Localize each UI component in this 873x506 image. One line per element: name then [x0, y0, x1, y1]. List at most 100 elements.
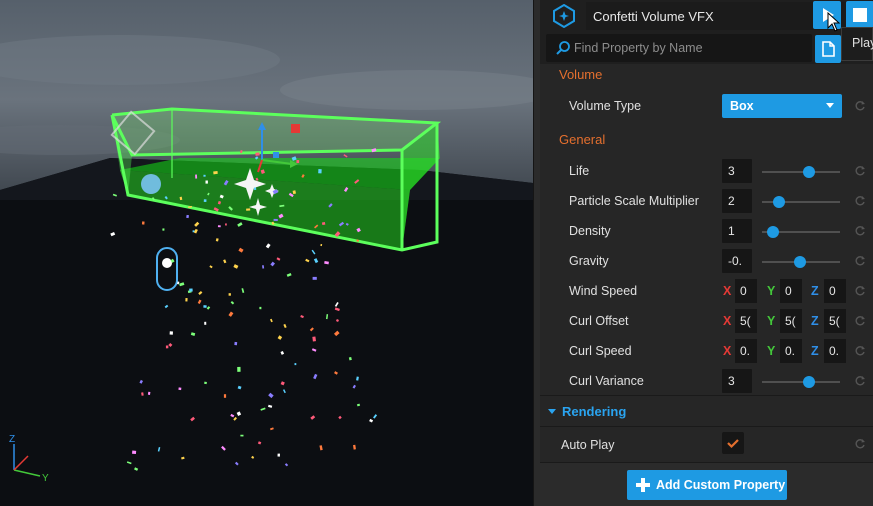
chevron-down-icon[interactable]	[548, 409, 556, 414]
confetti-particle	[255, 152, 260, 156]
gravity-slider-knob[interactable]	[794, 256, 807, 268]
curl-variance-slider-knob[interactable]	[802, 376, 815, 388]
particle-scale-field[interactable]: 2	[722, 189, 752, 213]
confetti-particle	[141, 221, 145, 225]
stop-icon	[853, 8, 867, 22]
volume-type-dropdown[interactable]: Box	[722, 94, 842, 118]
confetti-particle	[277, 453, 280, 457]
section-general: General	[559, 132, 606, 147]
reset-arrow-icon[interactable]	[854, 225, 866, 237]
confetti-particle	[169, 331, 174, 335]
volume-type-value: Box	[730, 99, 754, 113]
particle-scale-slider[interactable]	[762, 196, 840, 208]
axis-z-label: Z	[9, 434, 15, 445]
reset-arrow-icon[interactable]	[854, 100, 866, 112]
life-field[interactable]: 3	[722, 159, 752, 183]
confetti-particle	[237, 366, 241, 372]
z-label: Z	[811, 344, 819, 358]
panel-splitter[interactable]	[533, 0, 540, 506]
curl-offset-label: Curl Offset	[569, 314, 629, 328]
search-placeholder: Find Property by Name	[574, 41, 703, 55]
density-field[interactable]: 1	[722, 219, 752, 243]
add-custom-property-label: Add Custom Property	[656, 478, 786, 492]
section-volume: Volume	[559, 67, 603, 82]
reset-arrow-icon[interactable]	[854, 345, 866, 357]
reset-arrow-icon[interactable]	[854, 195, 866, 207]
y-label: Y	[767, 314, 776, 328]
confetti-particle	[240, 434, 244, 437]
curl-speed-z-field[interactable]: 0.	[824, 339, 846, 363]
reset-arrow-icon[interactable]	[854, 315, 866, 327]
auto-play-checkbox[interactable]	[722, 432, 744, 454]
curl-variance-slider[interactable]	[762, 376, 840, 388]
wind-speed-z-field[interactable]: 0	[824, 279, 846, 303]
confetti-particle	[147, 391, 151, 395]
confetti-particle	[321, 222, 326, 226]
add-custom-property-button[interactable]: Add Custom Property	[627, 470, 787, 500]
gravity-field[interactable]: -0.	[722, 249, 752, 273]
density-slider-knob[interactable]	[766, 226, 779, 238]
panel-header: Confetti Volume VFX Find Property by Nam…	[540, 0, 873, 64]
curl-speed-x-field[interactable]: 0.	[735, 339, 757, 363]
confetti-particle	[318, 169, 322, 174]
particle-scale-label: Particle Scale Multiplier	[569, 194, 699, 208]
confetti-particle	[203, 199, 207, 203]
reset-arrow-icon[interactable]	[854, 438, 866, 450]
x-label: X	[723, 314, 732, 328]
curl-variance-label: Curl Variance	[569, 374, 644, 388]
curl-offset-y-field[interactable]: 5(	[780, 309, 802, 333]
stop-button[interactable]	[846, 1, 873, 29]
confetti-particle	[246, 208, 251, 211]
confetti-particle	[203, 305, 207, 308]
scene-canvas[interactable]: Z Y	[0, 0, 533, 506]
confetti-particle	[312, 336, 316, 342]
density-slider[interactable]	[762, 226, 840, 238]
confetti-particle	[312, 276, 317, 280]
section-rendering[interactable]: Rendering	[562, 404, 626, 419]
curl-offset-x-field[interactable]: 5(	[735, 309, 757, 333]
play-tooltip: Play	[841, 27, 873, 61]
search-icon	[556, 41, 570, 55]
x-label: X	[723, 284, 732, 298]
properties-panel: Confetti Volume VFX Find Property by Nam…	[540, 0, 873, 506]
curl-variance-field[interactable]: 3	[722, 369, 752, 393]
plus-icon	[636, 478, 650, 492]
object-name-field[interactable]: Confetti Volume VFX	[586, 2, 850, 30]
life-slider-knob[interactable]	[802, 166, 815, 178]
property-search[interactable]: Find Property by Name	[546, 34, 812, 62]
properties-list[interactable]: Volume Volume Type Box General Life 3 Pa…	[540, 64, 873, 462]
density-label: Density	[569, 224, 611, 238]
reset-arrow-icon[interactable]	[854, 165, 866, 177]
reset-arrow-icon[interactable]	[854, 285, 866, 297]
reset-arrow-icon[interactable]	[854, 255, 866, 267]
particle-scale-slider-knob[interactable]	[773, 196, 786, 208]
confetti-particle	[213, 171, 218, 175]
confetti-particle	[185, 297, 188, 302]
volume-type-label: Volume Type	[569, 99, 642, 113]
confetti-particle	[204, 381, 207, 385]
curl-offset-z-field[interactable]: 5(	[824, 309, 846, 333]
confetti-particle	[189, 288, 193, 292]
life-slider[interactable]	[762, 166, 840, 178]
document-button[interactable]	[815, 35, 841, 63]
divider	[540, 395, 873, 396]
gravity-slider[interactable]	[762, 256, 840, 268]
confetti-particle	[223, 394, 227, 398]
scene-viewport[interactable]: Z Y	[0, 0, 533, 506]
reset-arrow-icon[interactable]	[854, 375, 866, 387]
confetti-particle	[228, 293, 231, 296]
confetti-particle	[203, 174, 206, 177]
y-label: Y	[767, 284, 776, 298]
auto-play-label: Auto Play	[561, 438, 615, 452]
chevron-down-icon	[826, 103, 834, 108]
confetti-particle	[132, 450, 137, 455]
wind-speed-x-field[interactable]: 0	[735, 279, 757, 303]
wind-speed-label: Wind Speed	[569, 284, 638, 298]
wind-speed-y-field[interactable]: 0	[780, 279, 802, 303]
confetti-particle	[253, 187, 257, 191]
checkmark-icon	[727, 439, 739, 449]
confetti-particle	[224, 223, 227, 226]
panel-footer: Add Custom Property	[540, 462, 873, 506]
confetti-particle	[296, 160, 300, 164]
curl-speed-y-field[interactable]: 0.	[780, 339, 802, 363]
